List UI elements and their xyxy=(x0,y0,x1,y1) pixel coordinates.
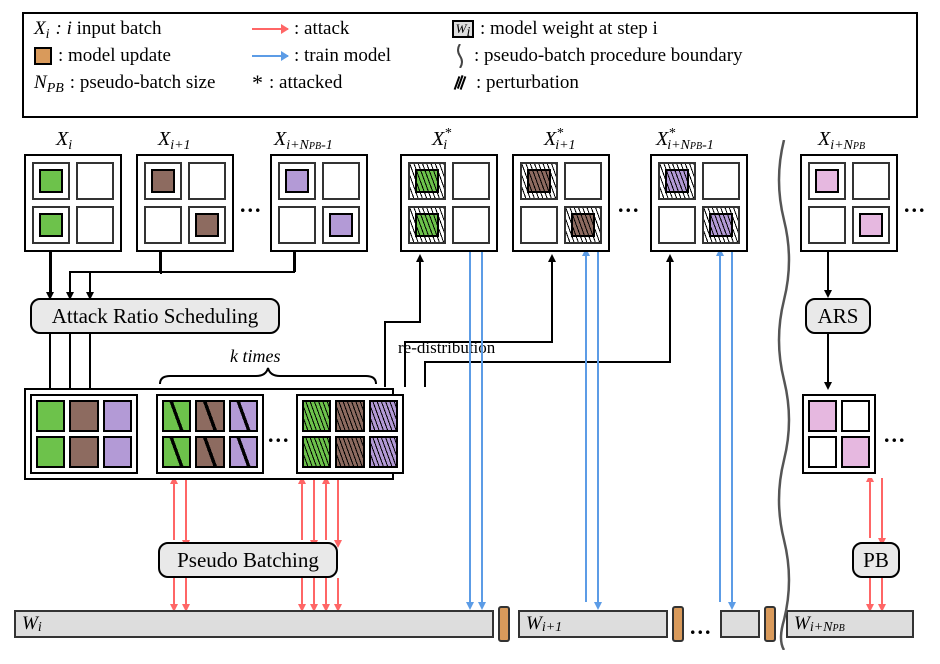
boundary-squiggle xyxy=(772,140,796,650)
legend-perturbation: : perturbation xyxy=(452,72,762,94)
squiggle-icon xyxy=(452,44,468,68)
pb-right xyxy=(802,394,876,474)
pb-short-box: PB xyxy=(852,542,900,578)
weight-box-icon: Wi xyxy=(452,20,474,38)
legend-attack: : attack xyxy=(252,18,452,40)
label-x-star-inpb1: X*i+NPB-1 xyxy=(656,128,714,151)
label-x-star-i: X*i xyxy=(432,128,447,151)
weight-bar-short xyxy=(720,610,760,638)
batch-x-star-i1 xyxy=(512,154,610,252)
batch-x-star-i xyxy=(400,154,498,252)
arrow-to-ars-short xyxy=(810,252,870,300)
pb-label-box: Pseudo Batching xyxy=(158,542,338,578)
brace-icon xyxy=(156,364,380,386)
legend-row-1: Xi : i input batch : attack Wi : model w… xyxy=(34,18,906,40)
legend-train-model: : train model xyxy=(252,45,452,67)
legend-input-batch: Xi : i input batch xyxy=(34,18,252,40)
arrow-from-ars-short xyxy=(810,334,870,394)
batch-x-star-inpb1 xyxy=(650,154,748,252)
pb-iter-k xyxy=(296,394,404,474)
legend-npb: NPB : pseudo-batch size xyxy=(34,72,252,94)
dots-right: ... xyxy=(884,422,907,448)
perturbation-icon xyxy=(452,74,470,92)
train-arrows xyxy=(400,252,760,612)
batch-x-i xyxy=(24,154,122,252)
train-arrow-icon xyxy=(252,55,288,57)
connect-lines-left xyxy=(40,252,300,302)
dots-pb: ... xyxy=(268,422,291,448)
legend-box: Xi : i input batch : attack Wi : model w… xyxy=(22,12,918,118)
dots-w: ... xyxy=(690,614,713,640)
batch-x-inpb xyxy=(800,154,898,252)
attack-arrows xyxy=(156,480,406,550)
pb-iter-0 xyxy=(30,394,138,474)
label-x-inpb1: Xi+NPB-1 xyxy=(274,128,333,151)
dots-1: ... xyxy=(240,192,263,218)
attack-arrow-icon xyxy=(252,28,288,30)
update-mark-2 xyxy=(672,606,684,642)
weight-bar-wi1: Wi+1 xyxy=(518,610,668,638)
legend-row-2: : model update : train model : pseudo-ba… xyxy=(34,44,906,68)
pb-iter-1 xyxy=(156,394,264,474)
weight-bar-winpb: Wi+NPB xyxy=(786,610,914,638)
legend-model-update: : model update xyxy=(34,45,252,67)
attack-arrows-lower xyxy=(156,578,406,612)
batch-x-inpb1 xyxy=(270,154,368,252)
k-times-label: k times xyxy=(230,346,280,367)
label-x-inpb: Xi+NPB xyxy=(818,128,865,151)
dots-2: ... xyxy=(618,192,641,218)
label-x-star-i1: X*i+1 xyxy=(544,128,576,151)
label-x-i: Xi xyxy=(56,128,72,151)
model-update-icon xyxy=(34,47,52,65)
ars-short-box: ARS xyxy=(805,298,871,334)
weight-bar-wi: Wi xyxy=(14,610,494,638)
legend-row-3: NPB : pseudo-batch size * : attacked : p… xyxy=(34,72,906,94)
dots-right-top: ... xyxy=(904,192,927,218)
ars-box: Attack Ratio Scheduling xyxy=(30,298,280,334)
legend-model-weight: Wi : model weight at step i xyxy=(452,18,762,40)
batch-x-i1 xyxy=(136,154,234,252)
attack-arrows-right-lower xyxy=(860,578,920,612)
attack-arrows-right xyxy=(860,478,920,548)
legend-attacked: * : attacked xyxy=(252,72,452,94)
label-x-i1: Xi+1 xyxy=(158,128,191,151)
legend-boundary: : pseudo-batch procedure boundary xyxy=(452,44,762,68)
update-mark-1 xyxy=(498,606,510,642)
